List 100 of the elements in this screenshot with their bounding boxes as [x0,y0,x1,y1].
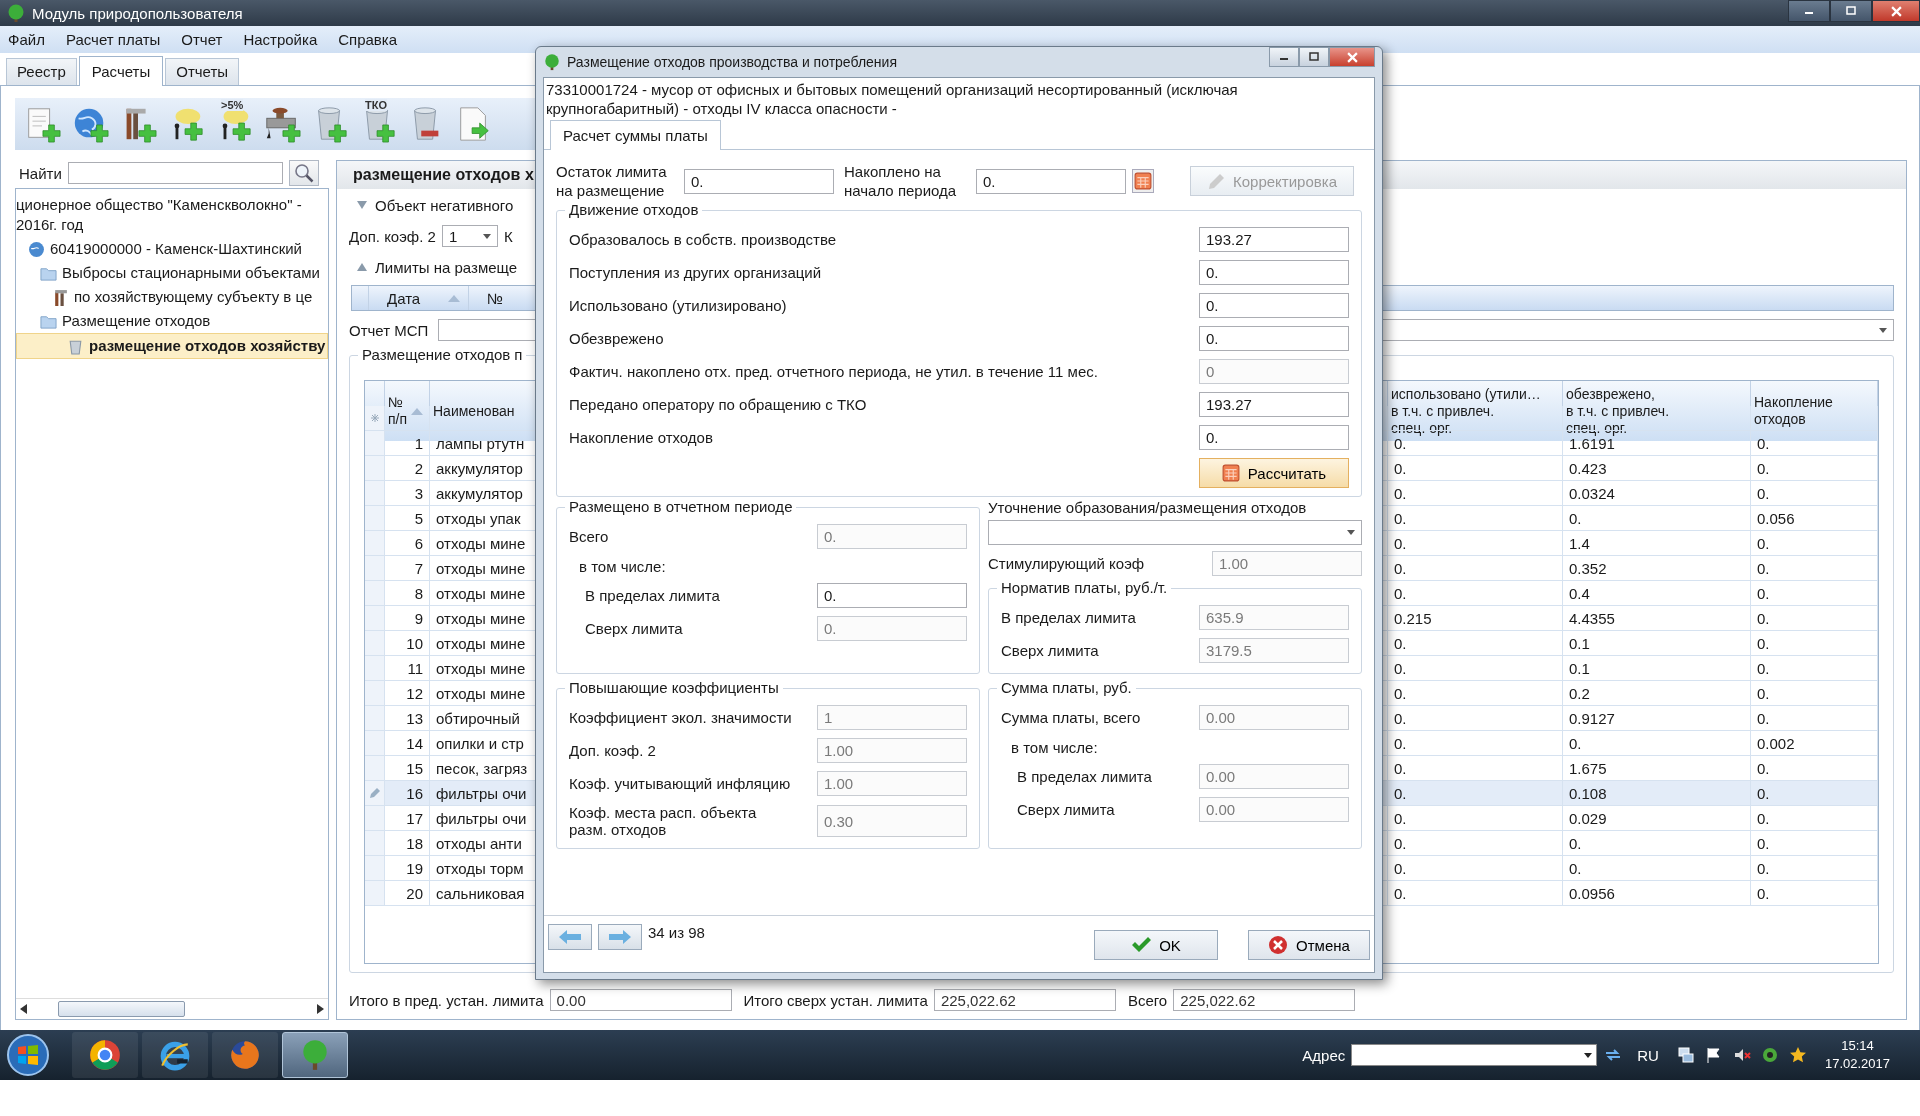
right-arrow-icon [609,930,631,944]
field-label: Уточнение образования/размещения отходов [988,499,1308,516]
close-icon [1890,5,1902,17]
search-field[interactable] [67,162,283,184]
table-cell: 7 [385,556,430,581]
table-cell: 0. [1388,831,1563,856]
collapse-icon[interactable] [357,263,367,271]
tree-item[interactable]: ционерное общество "Каменскволокно" - 2016г. год [16,193,328,237]
network-icon[interactable] [1676,1046,1695,1064]
input-field[interactable]: 0. [976,168,1126,194]
dropdown[interactable]: 1 [441,225,498,247]
table-cell: 0. [1751,831,1878,856]
star-icon[interactable] [1788,1046,1807,1064]
search-button[interactable] [288,160,319,186]
tab[interactable]: Отчеты [165,58,240,85]
search-label: Найти [19,164,62,182]
table-cell: 16 [385,781,430,806]
table-cell: 5 [385,506,430,531]
calculator-button[interactable] [1132,169,1154,193]
input-field[interactable]: 193.27 [1199,227,1349,252]
table-cell: 0. [1751,531,1878,556]
flag-icon[interactable] [1704,1046,1723,1064]
maximize-icon [1309,52,1319,62]
table-cell: 12 [385,681,430,706]
tree-item[interactable]: Размещение отходов [16,309,328,333]
field-label: Всего [569,528,609,545]
toolbar-button[interactable]: >5% [213,102,255,146]
language-indicator[interactable]: RU [1637,1046,1659,1064]
scrollbar-thumb[interactable] [58,1001,185,1017]
input-field[interactable]: 0. [1199,425,1349,450]
field-label: В пределах лимита [1016,768,1152,785]
field-label: К [503,227,513,245]
table-cell: 0. [1388,631,1563,656]
globe-icon [28,241,45,258]
taskbar-button[interactable] [72,1032,138,1078]
table-cell: 18 [385,831,430,856]
start-button[interactable] [6,1033,50,1077]
table-cell: 2 [385,456,430,481]
table-cell: 4.4355 [1563,606,1751,631]
menu-item[interactable]: Настройка [243,31,318,48]
shield-icon[interactable] [1760,1046,1779,1064]
table-cell: 0. [1751,681,1878,706]
input-field[interactable]: 193.27 [1199,392,1349,417]
tree-item[interactable]: размещение отходов хозяйству [16,333,328,359]
search-icon [293,163,314,183]
address-label: Адрес [1302,1046,1346,1064]
folder-icon [40,265,57,282]
clock[interactable]: 15:14 17.02.2017 [1824,1037,1890,1073]
expand-icon[interactable] [357,201,367,209]
tab[interactable]: Расчет суммы платы [550,120,721,150]
table-cell: 19 [385,856,430,881]
left-arrow-icon [559,930,581,944]
input-field[interactable]: 0. [1199,326,1349,351]
table-cell: 0.352 [1563,556,1751,581]
total-field: 225,022.62 [933,989,1116,1011]
toolbar-button[interactable]: ТКО [357,102,399,146]
input-field[interactable]: 0. [1199,293,1349,318]
taskbar-button[interactable] [142,1032,208,1078]
table-cell: 1.4 [1563,531,1751,556]
minimize-button[interactable] [1269,47,1299,67]
input-field[interactable]: 0. [817,583,967,608]
cancel-button[interactable]: Отмена [1248,930,1370,960]
table-cell: 0.2 [1563,681,1751,706]
menu-item[interactable]: Расчет платы [65,31,161,48]
row-header[interactable] [365,781,385,806]
tab[interactable]: Расчеты [78,56,164,86]
maximize-button[interactable] [1299,47,1329,67]
table-cell: 0.0324 [1563,481,1751,506]
field-label: Коэф. учитывающий инфляцию [569,775,791,792]
next-button[interactable] [598,924,642,950]
dropdown[interactable] [988,520,1362,545]
table-cell: 0. [1563,856,1751,881]
scroll-right-icon[interactable] [316,1004,324,1014]
tab[interactable]: Реестр [6,58,77,85]
tree-item[interactable]: 60419000000 - Каменск-Шахтинский [16,237,328,261]
menu-item[interactable]: Файл [8,31,45,48]
previous-button[interactable] [548,924,592,950]
table-cell: 0. [1751,881,1878,906]
close-button[interactable] [1872,0,1920,22]
maximize-button[interactable] [1830,0,1872,22]
caret-icon [482,233,491,239]
input-field[interactable]: 0. [684,168,834,194]
tree-item[interactable]: по хозяйствующему субъекту в це [16,285,328,309]
address-field[interactable] [1351,1044,1598,1066]
scroll-left-icon[interactable] [20,1004,28,1014]
calculate-button[interactable]: Рассчитать [1199,458,1349,488]
field-label: Доп. коэф. 2 [349,227,436,245]
menu-item[interactable]: Отчет [181,31,223,48]
group-title: Сумма платы, руб. [997,679,1136,696]
hammer-icon [52,289,69,306]
pencil-icon [1207,171,1227,191]
field-label: В пределах лимита [1001,609,1136,626]
column-header[interactable]: Дата [368,286,468,310]
tree-item[interactable]: Выбросы стационарными объектами [16,261,328,285]
row-header[interactable] [365,406,385,431]
table-cell: 9 [385,606,430,631]
menu-item[interactable]: Справка [338,31,398,48]
input-field[interactable]: 0. [1199,260,1349,285]
ok-button[interactable]: OK [1094,930,1218,960]
field-label: Использовано (утилизировано) [569,297,787,314]
